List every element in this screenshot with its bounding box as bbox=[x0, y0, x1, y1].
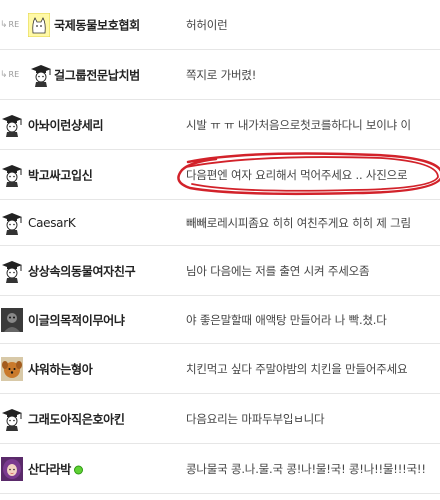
comment-row: 박고싸고입신 다음편엔 여자 요리해서 먹어주세요 .. 사진으로 bbox=[0, 150, 440, 200]
comment-row: CaesarK 빼빼로레시피좀요 히히 여친주게요 히히 제 그림 bbox=[0, 200, 440, 246]
nickname-text: 산다라박 bbox=[28, 462, 71, 476]
dark-photo-avatar-icon[interactable] bbox=[1, 307, 23, 332]
nickname[interactable]: 아놔이런샹세리 bbox=[28, 116, 103, 133]
comment-text: 쪽지로 가버렸! bbox=[186, 67, 257, 82]
comment-row: ↳RE 걸그룹전문납치범 쪽지로 가버렸! bbox=[0, 50, 440, 100]
comment-text: 다음요리는 마파두부입ㅂ니다 bbox=[186, 411, 325, 426]
comment-text: 허허이런 bbox=[186, 17, 228, 32]
girl-avatar-icon[interactable] bbox=[1, 456, 23, 481]
reply-arrow-icon: ↳ bbox=[0, 19, 8, 30]
graduate-icon[interactable] bbox=[1, 407, 23, 431]
comment-text: 야 좋은말할때 애액탕 만들어라 나 빡.쳤.다 bbox=[186, 312, 387, 327]
comment-row: 이글의목적이무어냐 야 좋은말할때 애액탕 만들어라 나 빡.쳤.다 bbox=[0, 296, 440, 344]
dog-avatar-icon[interactable] bbox=[1, 356, 23, 381]
comment-row: 그래도아직은호아킨 다음요리는 마파두부입ㅂ니다 bbox=[0, 394, 440, 444]
nickname[interactable]: 걸그룹전문납치범 bbox=[54, 66, 140, 83]
comment-text: 시발 ㅠ ㅠ 내가처음으로첫코를하다니 보이냐 이 bbox=[186, 117, 411, 132]
comment-row: 산다라박 콩나물국 콩.나.물.국 콩!나!물!국! 콩!나!!물!!!국!! bbox=[0, 444, 440, 494]
graduate-icon[interactable] bbox=[1, 163, 23, 187]
comment-text: 다음편엔 여자 요리해서 먹어주세요 .. 사진으로 bbox=[186, 167, 408, 182]
nickname[interactable]: CaesarK bbox=[28, 216, 76, 230]
comment-text: 님아 다음에는 저를 출연 시켜 주세오좀 bbox=[186, 263, 370, 278]
comment-list: ↳RE 국제동물보호협회 허허이런 ↳RE 걸그룹전문납치범 쪽지로 가버렸! … bbox=[0, 0, 440, 500]
cat-avatar-icon[interactable] bbox=[28, 12, 50, 37]
comment-row: 샤워하는형아 치킨먹고 싶다 주말야밤의 치킨을 만들어주세요 bbox=[0, 344, 440, 394]
graduate-icon[interactable] bbox=[1, 259, 23, 283]
graduate-icon[interactable] bbox=[1, 113, 23, 137]
nickname[interactable]: 이글의목적이무어냐 bbox=[28, 311, 125, 328]
comment-row: 아놔이런샹세리 시발 ㅠ ㅠ 내가처음으로첫코를하다니 보이냐 이 bbox=[0, 100, 440, 150]
nickname[interactable]: 그래도아직은호아킨 bbox=[28, 410, 125, 427]
online-status-icon bbox=[73, 465, 83, 474]
graduate-icon[interactable] bbox=[1, 211, 23, 235]
comment-text: 치킨먹고 싶다 주말야밤의 치킨을 만들어주세요 bbox=[186, 361, 408, 376]
comment-text: 빼빼로레시피좀요 히히 여친주게요 히히 제 그림 bbox=[186, 215, 411, 230]
comment-row: 상상속의동물여자친구 님아 다음에는 저를 출연 시켜 주세오좀 bbox=[0, 246, 440, 296]
reply-indicator: ↳RE bbox=[0, 19, 20, 30]
reply-indicator: ↳RE bbox=[0, 69, 20, 80]
nickname[interactable]: 샤워하는형아 bbox=[28, 360, 93, 377]
nickname[interactable]: 산다라박 bbox=[28, 460, 83, 477]
nickname[interactable]: 국제동물보호협회 bbox=[54, 16, 140, 33]
nickname[interactable]: 박고싸고입신 bbox=[28, 166, 93, 183]
comment-row: ↳RE 국제동물보호협회 허허이런 bbox=[0, 0, 440, 50]
reply-arrow-icon: ↳ bbox=[0, 69, 8, 80]
nickname[interactable]: 상상속의동물여자친구 bbox=[28, 262, 136, 279]
comment-text: 콩나물국 콩.나.물.국 콩!나!물!국! 콩!나!!물!!!국!! bbox=[186, 461, 426, 476]
graduate-icon[interactable] bbox=[30, 63, 52, 87]
